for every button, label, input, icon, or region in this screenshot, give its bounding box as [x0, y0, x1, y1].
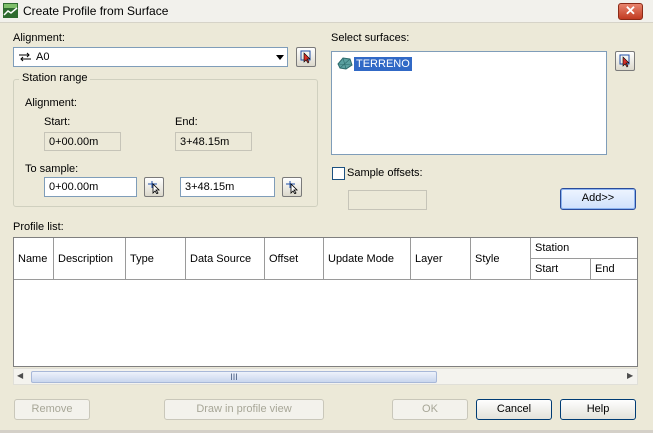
- help-button[interactable]: Help: [560, 399, 636, 420]
- pick-alignment-button[interactable]: [296, 47, 316, 67]
- station-range-title: Station range: [19, 72, 91, 84]
- column-header-offset[interactable]: Offset: [265, 238, 324, 280]
- pick-station-icon: [286, 181, 298, 194]
- chevron-down-icon: [276, 55, 284, 60]
- column-header-station-start[interactable]: Start: [531, 259, 591, 280]
- pick-station-icon: [148, 181, 160, 194]
- app-icon: [3, 3, 18, 18]
- scroll-left-icon[interactable]: ◀: [17, 371, 23, 380]
- sample-start-input[interactable]: 0+00.00m: [44, 177, 137, 197]
- pick-from-drawing-icon: [619, 54, 630, 68]
- column-header-station-end[interactable]: End: [591, 259, 637, 280]
- profile-list-table[interactable]: Name Description Type Data Source Offset…: [13, 237, 638, 367]
- to-sample-label: To sample:: [25, 163, 79, 175]
- surfaces-listbox[interactable]: TERRENO: [331, 51, 607, 155]
- column-group-station: Station: [531, 238, 637, 259]
- remove-button[interactable]: Remove: [14, 399, 90, 420]
- alignment-value: A0: [36, 51, 50, 63]
- scrollbar-grip: III: [230, 372, 238, 382]
- pick-start-station-button[interactable]: [144, 177, 164, 197]
- ok-button[interactable]: OK: [392, 399, 468, 420]
- close-button[interactable]: ✕: [618, 3, 643, 20]
- pick-from-drawing-icon: [300, 50, 311, 64]
- station-alignment-label: Alignment:: [25, 97, 77, 109]
- sample-end-input[interactable]: 3+48.15m: [180, 177, 275, 197]
- sample-offsets-checkbox[interactable]: [332, 167, 345, 180]
- column-header-update-mode[interactable]: Update Mode: [324, 238, 411, 280]
- column-header-description[interactable]: Description: [54, 238, 126, 280]
- alignment-start-value: 0+00.00m: [49, 136, 99, 148]
- sample-start-value: 0+00.00m: [49, 181, 99, 193]
- profile-list-label: Profile list:: [13, 221, 64, 233]
- end-label: End:: [175, 116, 198, 128]
- alignment-dropdown[interactable]: A0: [13, 47, 288, 67]
- column-header-style[interactable]: Style: [471, 238, 531, 280]
- alignment-end-value: 3+48.15m: [180, 136, 230, 148]
- alignment-label: Alignment:: [13, 32, 65, 44]
- alignment-icon: [19, 52, 31, 62]
- horizontal-scrollbar[interactable]: ◀ III ▶: [13, 368, 638, 385]
- sample-offsets-input: [348, 190, 427, 210]
- pick-end-station-button[interactable]: [282, 177, 302, 197]
- scrollbar-thumb[interactable]: III: [31, 371, 437, 383]
- column-header-layer[interactable]: Layer: [411, 238, 471, 280]
- scroll-right-icon[interactable]: ▶: [627, 371, 633, 380]
- draw-in-profile-view-button[interactable]: Draw in profile view: [164, 399, 324, 420]
- add-button[interactable]: Add>>: [560, 188, 636, 210]
- surface-icon: [337, 57, 353, 70]
- column-header-type[interactable]: Type: [126, 238, 186, 280]
- cancel-button[interactable]: Cancel: [476, 399, 552, 420]
- start-label: Start:: [44, 116, 71, 128]
- column-header-name[interactable]: Name: [14, 238, 54, 280]
- window-title: Create Profile from Surface: [23, 4, 169, 18]
- surface-item-terreno[interactable]: TERRENO: [354, 57, 412, 71]
- sample-end-value: 3+48.15m: [185, 181, 235, 193]
- column-header-data-source[interactable]: Data Source: [186, 238, 265, 280]
- alignment-start-field: 0+00.00m: [44, 132, 121, 151]
- pick-surface-button[interactable]: [615, 51, 635, 71]
- sample-offsets-label: Sample offsets:: [347, 167, 423, 179]
- alignment-end-field: 3+48.15m: [175, 132, 252, 151]
- title-bar: Create Profile from Surface ✕: [0, 0, 653, 23]
- select-surfaces-label: Select surfaces:: [331, 32, 410, 44]
